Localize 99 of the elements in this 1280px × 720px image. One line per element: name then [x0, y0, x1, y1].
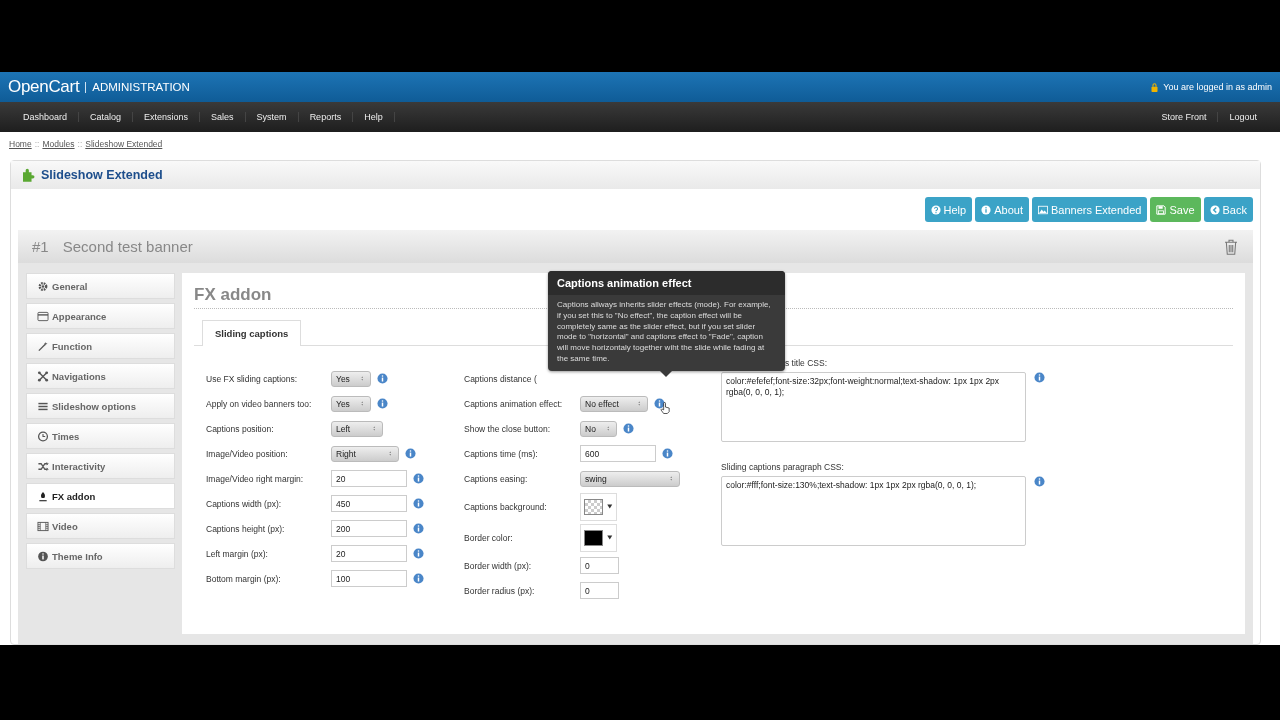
- menu-item[interactable]: Sales: [200, 112, 246, 122]
- field-label: Captions background:: [464, 501, 548, 512]
- select-arrows-icon: [670, 474, 675, 483]
- dropdown-triangle-icon: [607, 535, 613, 540]
- css-textarea[interactable]: color:#fff;font-size:130%;text-shadow: 1px 1px 2px rgba(0, 0, 0, 1);: [721, 476, 1026, 546]
- list-icon: [37, 400, 49, 412]
- sidebar-item[interactable]: Theme Info: [26, 543, 175, 569]
- input-field[interactable]: 0: [580, 582, 619, 599]
- breadcrumb-link[interactable]: Slideshow Extended: [85, 139, 163, 151]
- trash-icon[interactable]: [1223, 237, 1239, 256]
- menu-item[interactable]: Dashboard: [12, 112, 80, 122]
- field-label: Captions width (px):: [206, 498, 283, 509]
- select-field[interactable]: Yes: [331, 395, 371, 412]
- breadcrumb-link[interactable]: Modules: [42, 139, 75, 151]
- menu-item[interactable]: System: [245, 112, 299, 122]
- sidebar-item[interactable]: Navigations: [26, 363, 175, 389]
- select-field[interactable]: No: [580, 420, 617, 437]
- field-label: Captions easing:: [464, 473, 529, 484]
- section-title: ADMINISTRATION: [92, 81, 190, 93]
- select-arrows-icon: [638, 399, 643, 408]
- sidebar-item[interactable]: Times: [26, 423, 175, 449]
- select-field[interactable]: Left: [331, 420, 383, 437]
- shuffle-icon: [37, 460, 49, 472]
- wand-icon: [37, 340, 49, 352]
- field-label: Captions position:: [206, 423, 275, 434]
- brand-logo[interactable]: OpenCart: [8, 77, 80, 97]
- select-arrows-icon: [373, 424, 378, 433]
- select-arrows-icon: [361, 374, 366, 383]
- input-field[interactable]: 450: [331, 495, 407, 512]
- info-icon: [1034, 476, 1045, 487]
- breadcrumb-link[interactable]: Home: [9, 139, 32, 151]
- info-icon: [37, 550, 49, 562]
- field-label: Border width (px):: [464, 560, 533, 571]
- dropdown-triangle-icon: [607, 504, 613, 509]
- field-label: Image/Video position:: [206, 448, 289, 459]
- select-arrows-icon: [389, 449, 394, 458]
- page-title: Slideshow Extended: [41, 168, 163, 182]
- window-icon: [37, 310, 49, 322]
- input-field[interactable]: 0: [580, 557, 619, 574]
- gear-icon: [37, 280, 49, 292]
- select-field[interactable]: swing: [580, 470, 680, 487]
- back-arrow-icon: [1209, 204, 1220, 215]
- sidebar-item[interactable]: Interactivity: [26, 453, 175, 479]
- banner-title: Second test banner: [62, 238, 193, 255]
- input-field[interactable]: 200: [331, 520, 407, 537]
- clock-icon: [37, 430, 49, 442]
- help-icon: [930, 204, 941, 215]
- menu-item[interactable]: Store Front: [1150, 112, 1219, 122]
- info-icon: [1034, 372, 1045, 383]
- input-field[interactable]: 100: [331, 570, 407, 587]
- select-field[interactable]: No effect: [580, 395, 648, 412]
- tooltip-title: Captions animation effect: [548, 271, 785, 295]
- field-label: Image/Video right margin:: [206, 473, 305, 484]
- image-icon: [1037, 204, 1048, 215]
- select-field[interactable]: Yes: [331, 370, 371, 387]
- arrows-icon: [37, 370, 49, 382]
- field-label: Apply on video banners too:: [206, 398, 313, 409]
- input-field[interactable]: 20: [331, 470, 407, 487]
- menu-item[interactable]: Logout: [1218, 112, 1268, 122]
- color-picker[interactable]: [580, 492, 617, 521]
- field-label: Captions distance (: [464, 373, 538, 384]
- input-field[interactable]: 20: [331, 545, 407, 562]
- sidebar-item[interactable]: Video: [26, 513, 175, 539]
- field-label: s title CSS:: [784, 358, 829, 370]
- sidebar-item[interactable]: Slideshow options: [26, 393, 175, 419]
- field-label: Left margin (px):: [206, 548, 269, 559]
- menu-item[interactable]: Extensions: [133, 112, 201, 122]
- pen-icon: [37, 490, 49, 502]
- select-arrows-icon: [607, 424, 612, 433]
- sidebar-item[interactable]: General: [26, 273, 175, 299]
- select-field[interactable]: Right: [331, 445, 399, 462]
- field-label: Captions height (px):: [206, 523, 286, 534]
- color-picker[interactable]: [580, 523, 617, 552]
- breadcrumb-separator: ::: [34, 139, 40, 151]
- field-label: Captions animation effect:: [464, 398, 564, 409]
- field-label: Use FX sliding captions:: [206, 373, 299, 384]
- menu-item[interactable]: Help: [353, 112, 395, 122]
- login-status: You are logged in as admin: [1163, 82, 1272, 92]
- tab[interactable]: Sliding captions: [202, 320, 302, 346]
- sidebar-item[interactable]: Function: [26, 333, 175, 359]
- field-label: Border radius (px):: [464, 585, 536, 596]
- select-arrows-icon: [361, 399, 366, 408]
- menu-item[interactable]: Catalog: [79, 112, 134, 122]
- field-label: Bottom margin (px):: [206, 573, 282, 584]
- breadcrumb-separator: ::: [77, 139, 83, 151]
- field-label: Border color:: [464, 532, 514, 543]
- menu-item[interactable]: Reports: [298, 112, 354, 122]
- field-label: Sliding captions paragraph CSS:: [721, 462, 845, 474]
- info-icon: [981, 204, 992, 215]
- field-label: Captions time (ms):: [464, 448, 539, 459]
- banner-number: #1: [32, 238, 49, 255]
- css-textarea[interactable]: color:#efefef;font-size:32px;font-weight:normal;text-shadow: 1px 1px 2px rgba(0, 0, 0, 1);: [721, 372, 1026, 442]
- input-field[interactable]: 600: [580, 445, 656, 462]
- lock-icon: [1150, 81, 1160, 93]
- sidebar-item[interactable]: FX addon: [26, 483, 175, 509]
- sidebar-item[interactable]: Appearance: [26, 303, 175, 329]
- field-label: Show the close button:: [464, 423, 551, 434]
- film-icon: [37, 520, 49, 532]
- hand-cursor-icon: [660, 401, 671, 415]
